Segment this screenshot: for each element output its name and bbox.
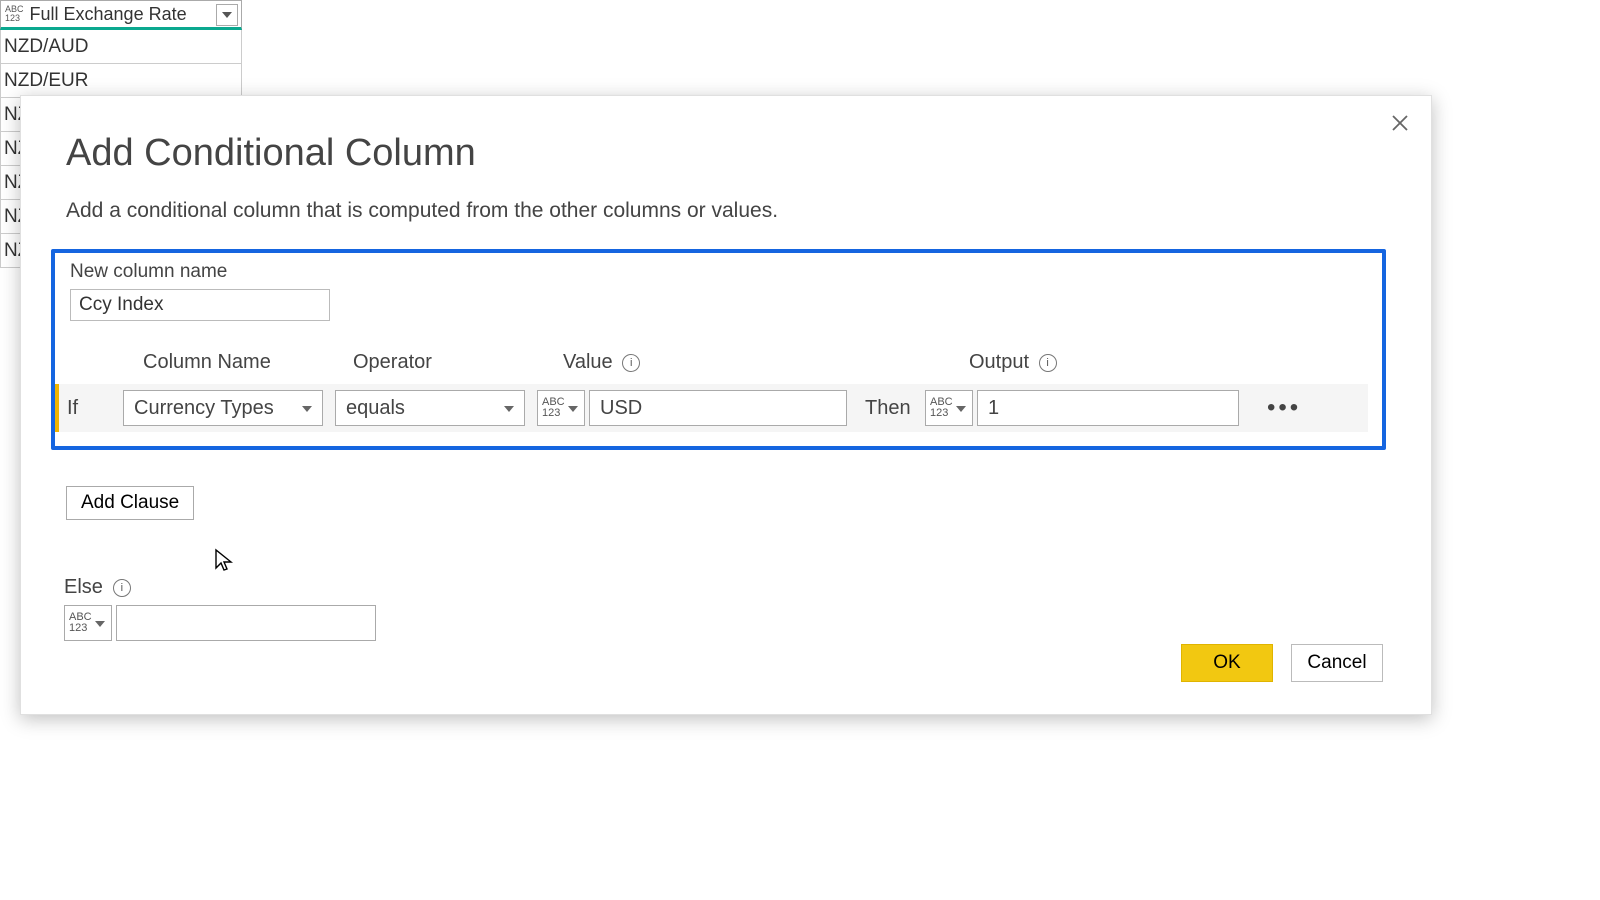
info-icon[interactable]: i: [622, 354, 640, 372]
else-label: Else: [64, 576, 103, 599]
then-label: Then: [865, 397, 925, 420]
column-name-value: Currency Types: [134, 397, 274, 420]
dialog-title: Add Conditional Column: [66, 132, 1386, 175]
output-type-dropdown[interactable]: ABC 123: [925, 390, 973, 426]
data-cell[interactable]: NZD/AUD: [0, 30, 242, 64]
abc123-icon: ABC 123: [69, 612, 92, 634]
conditional-column-dialog: Add Conditional Column Add a conditional…: [20, 95, 1432, 715]
type-icon: ABC 123: [2, 3, 27, 25]
value-input[interactable]: [589, 390, 847, 426]
close-icon: [1391, 114, 1409, 132]
header-column-name: Column Name: [143, 351, 353, 374]
header-operator: Operator: [353, 351, 563, 374]
else-value-input[interactable]: [116, 605, 376, 641]
header-output-text: Output: [969, 351, 1029, 373]
else-type-dropdown[interactable]: ABC 123: [64, 605, 112, 641]
if-label: If: [59, 397, 123, 420]
clause-row: If Currency Types equals ABC 123 Then AB…: [55, 384, 1368, 432]
more-options-button[interactable]: •••: [1261, 393, 1307, 423]
operator-dropdown[interactable]: equals: [335, 390, 525, 426]
column-filter-dropdown[interactable]: [216, 4, 238, 26]
add-clause-button[interactable]: Add Clause: [66, 486, 194, 520]
else-section: Else i ABC 123: [64, 576, 1386, 641]
operator-value: equals: [346, 397, 405, 420]
dialog-subtitle: Add a conditional column that is compute…: [66, 199, 1386, 223]
chevron-down-icon: [222, 12, 232, 18]
value-type-dropdown[interactable]: ABC 123: [537, 390, 585, 426]
output-input[interactable]: [977, 390, 1239, 426]
new-column-name-input[interactable]: [70, 289, 330, 321]
column-name-dropdown[interactable]: Currency Types: [123, 390, 323, 426]
ok-button[interactable]: OK: [1181, 644, 1273, 682]
header-output: Output i: [969, 351, 1057, 374]
abc123-icon: ABC 123: [930, 397, 953, 419]
data-cell[interactable]: NZD/EUR: [0, 64, 242, 98]
mouse-cursor-icon: [213, 548, 235, 574]
info-icon[interactable]: i: [113, 579, 131, 597]
cancel-button[interactable]: Cancel: [1291, 644, 1383, 682]
info-icon[interactable]: i: [1039, 354, 1057, 372]
header-value-text: Value: [563, 351, 613, 373]
close-button[interactable]: [1387, 110, 1413, 140]
abc123-icon: ABC 123: [542, 397, 565, 419]
column-header-text: Full Exchange Rate: [27, 4, 187, 25]
highlight-box: New column name Column Name Operator Val…: [51, 249, 1386, 450]
header-value: Value i: [563, 351, 943, 374]
column-header[interactable]: ABC 123 Full Exchange Rate: [0, 0, 242, 30]
new-column-label: New column name: [70, 261, 1368, 283]
